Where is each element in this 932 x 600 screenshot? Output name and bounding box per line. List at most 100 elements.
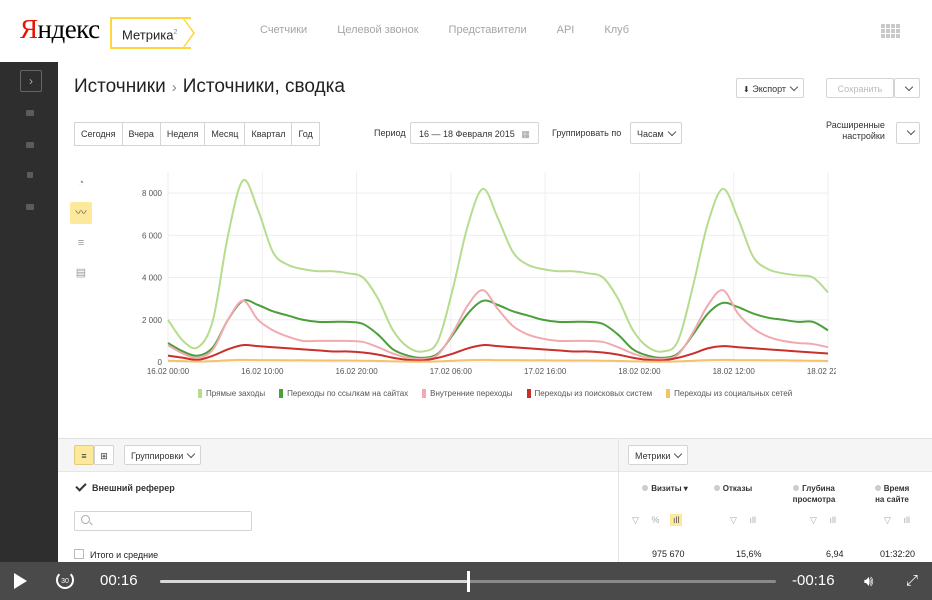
metrics-button[interactable]: Метрики [628,445,689,465]
bar-chart-icon[interactable]: ıll [749,515,756,525]
filter-icon[interactable]: ▽ [730,515,737,525]
period-quarter[interactable]: Квартал [244,122,293,146]
period-yesterday[interactable]: Вчера [121,122,161,146]
period-year[interactable]: Год [291,122,320,146]
legend-swatch [279,389,284,398]
traffic-chart: 0 2 000 4 000 6 000 8 000 16.02 00:00 16.02 10… [142,172,836,376]
percent-toggle[interactable]: % [651,515,659,525]
save-label: Сохранить [837,84,883,94]
bar-chart-icon[interactable]: ıll [903,515,910,525]
y-tick-label: 8 000 [142,189,163,198]
totals-checkbox[interactable] [74,549,84,559]
filter-icon[interactable]: ▽ [884,515,891,525]
legend-item[interactable]: Внутренние переходы [422,389,513,398]
column-bounces[interactable]: Отказы [706,483,760,494]
nav-representatives[interactable]: Представители [449,24,527,36]
y-tick-label: 4 000 [142,274,163,283]
checkmark-icon [75,480,87,492]
period-presets: Сегодня Вчера Неделя Месяц Квартал Год [74,122,320,146]
nav-api[interactable]: API [557,24,575,36]
app-frame: Яндекс Метрика2 Счетчики Целевой звонок … [0,0,932,600]
advanced-settings-button[interactable] [896,122,920,144]
fullscreen-icon[interactable]: ⤢ [906,572,918,589]
total-depth: 6,94 [826,549,844,559]
expand-sidebar-icon[interactable]: › [20,70,42,92]
column-visits[interactable]: Визиты ▾ [634,483,696,494]
seek-bar[interactable] [160,571,776,592]
breadcrumb-sources[interactable]: Источники [74,76,166,97]
play-icon[interactable] [14,573,27,589]
seek-handle[interactable] [467,571,470,592]
groupings-button[interactable]: Группировки [124,445,202,465]
period-month[interactable]: Месяц [204,122,246,146]
sidebar-settings-icon[interactable] [27,172,33,178]
sort-desc-icon: ▾ [683,484,688,493]
series-line [167,289,829,361]
legend-item[interactable]: Переходы из социальных сетей [666,389,792,398]
skip-back-30-icon[interactable]: 30 [56,571,74,589]
y-tick-label: 0 [158,358,163,367]
legend-label: Прямые заходы [206,389,266,398]
metric-dot-icon [713,485,720,491]
pie-chart-icon[interactable]: ◔ [70,172,92,194]
view-list-button[interactable]: ≡ [74,445,94,465]
table-chart-icon[interactable]: ▤ [70,262,92,284]
total-time: 01:32:20 [880,549,916,559]
period-week[interactable]: Неделя [159,122,206,146]
column-time[interactable]: Время на сайте [862,483,922,505]
yandex-logo[interactable]: Яндекс [20,14,100,45]
column-depth-label2: просмотра [792,495,836,504]
column-depth[interactable]: Глубина просмотра [784,483,844,505]
sidebar-access-icon[interactable] [26,204,34,210]
period-label: Период [374,128,406,138]
filter-icon[interactable]: ▽ [632,515,639,525]
group-by-select[interactable]: Часам [630,122,682,144]
dimension-search-input[interactable] [74,511,252,531]
save-options-button[interactable] [894,78,920,98]
legend-label: Переходы по ссылкам на сайтах [287,389,409,398]
skip-back-label: 30 [61,578,69,585]
legend-item[interactable]: Прямые заходы [198,389,265,398]
period-today[interactable]: Сегодня [74,122,123,146]
series-line [167,343,829,362]
x-tick-label: 18.02 12:00 [713,367,756,376]
report-title: Источники, сводка [182,76,345,97]
metrika-product-badge[interactable]: Метрика2 [110,17,192,49]
apps-grid-icon[interactable] [881,24,900,38]
logo-letter: Я [20,14,38,44]
column-depth-label: Глубина [802,484,835,493]
export-button[interactable]: ⬇ Экспорт [736,78,805,98]
save-button[interactable]: Сохранить [826,78,894,98]
tree-view-icon: ⊞ [100,451,108,461]
bar-chart-icon[interactable]: ıll [669,514,683,526]
list-view-icon: ≡ [81,451,87,461]
date-range-picker[interactable]: 16 — 18 Февраля 2015 ▦ [410,122,539,144]
search-icon [81,515,90,524]
legend-swatch [422,389,427,398]
sidebar-reports-icon[interactable] [26,142,34,148]
bar-chart-icon[interactable]: ıll [829,515,836,525]
product-version: 2 [173,29,178,36]
nav-target-call[interactable]: Целевой звонок [337,24,418,36]
line-chart-icon[interactable]: 〰 [70,202,92,224]
chart-legend: Прямые заходы Переходы по ссылкам на сайт… [198,389,818,402]
groupings-label: Группировки [131,451,184,461]
x-tick-label: 16.02 20:00 [335,367,378,376]
dimension-header[interactable]: Внешний реферер [75,480,175,493]
filter-icon[interactable]: ▽ [810,515,817,525]
advanced-settings-label[interactable]: Расширенные настройки [826,120,885,142]
legend-item[interactable]: Переходы из поисковых систем [526,389,652,398]
sidebar-menu-icon[interactable] [26,110,34,116]
logo-rest: ндекс [37,14,101,44]
chart-type-switcher: ◔ 〰 ≡ ▤ [70,172,96,292]
top-nav: Счетчики Целевой звонок Представители AP… [260,24,659,36]
bar-chart-icon[interactable]: ≡ [70,232,92,254]
volume-icon[interactable]: 🔊︎ [864,573,873,590]
nav-counters[interactable]: Счетчики [260,24,307,36]
nav-club[interactable]: Клуб [604,24,629,36]
date-range-value: 16 — 18 Февраля 2015 [419,129,515,139]
legend-label: Переходы из социальных сетей [674,389,793,398]
totals-row: Итого и средние [74,549,158,560]
legend-item[interactable]: Переходы по ссылкам на сайтах [279,389,408,398]
view-tree-button[interactable]: ⊞ [94,445,114,465]
